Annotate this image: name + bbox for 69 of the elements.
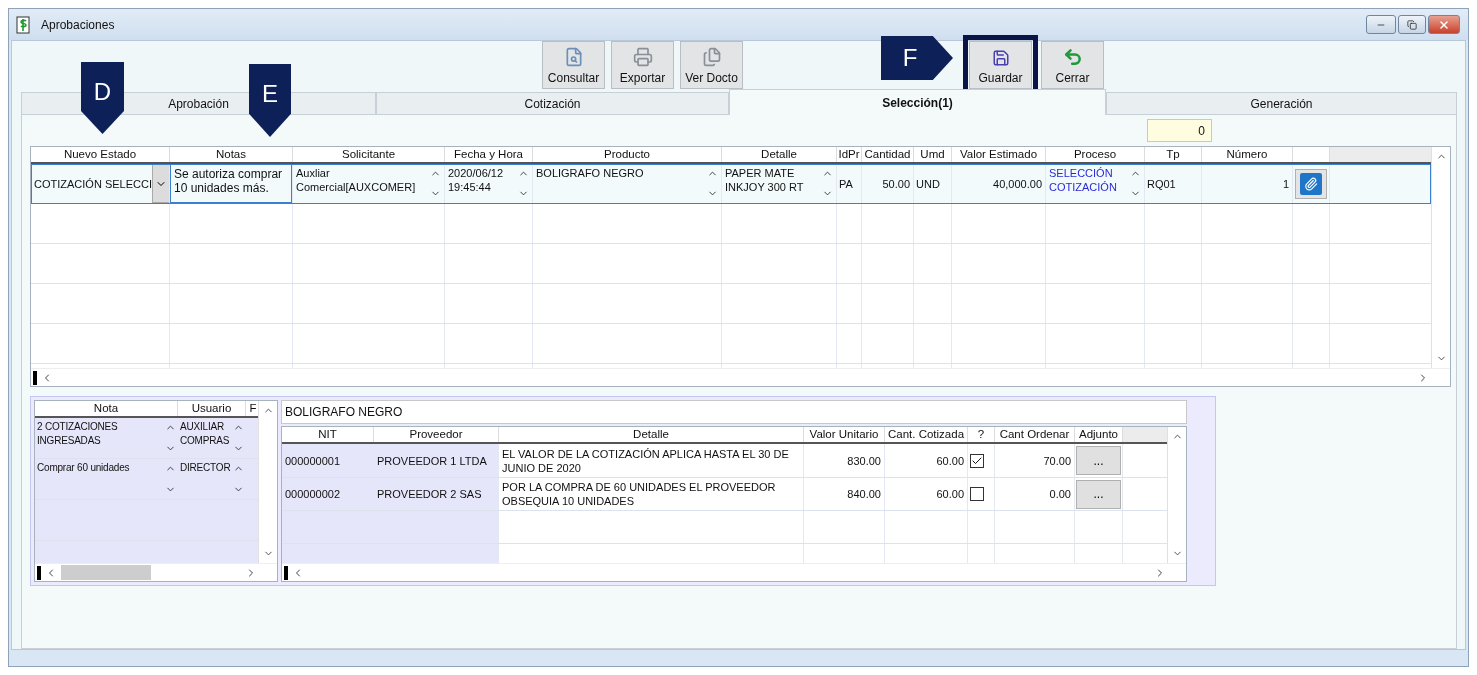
attachment-button[interactable]: ... — [1076, 446, 1121, 475]
table-cell-text: UND — [916, 176, 941, 191]
attachment-button[interactable] — [1295, 168, 1327, 199]
table-cell: 2 COTIZACIONES INGRESADAS — [35, 418, 178, 458]
table-cell-text: 60.00 — [935, 487, 964, 501]
tab[interactable]: Generación — [1106, 92, 1457, 115]
app-icon — [15, 15, 31, 34]
column-header: Cant. Cotizada — [885, 427, 968, 442]
toolbar-button[interactable]: Consultar — [542, 41, 605, 89]
table-cell-text: PA — [839, 176, 854, 191]
process-link[interactable]: SELECCIÓN COTIZACIÓN — [1049, 166, 1129, 194]
product-field: BOLIGRAFO NEGRO — [281, 400, 1187, 424]
table-cell-text: 60.00 — [935, 453, 964, 468]
table-cell-text: BOLIGRAFO NEGRO — [536, 166, 645, 180]
paperclip-icon — [1304, 176, 1318, 191]
horizontal-scrollbar[interactable] — [282, 563, 1186, 581]
table-cell: AUXILIAR COMPRAS — [178, 418, 246, 458]
table-cell-text: 1 — [1281, 176, 1289, 191]
table-cell-text: 50.00 — [881, 176, 910, 191]
table-cell: PROVEEDOR 2 SAS — [374, 478, 499, 510]
notes-field[interactable]: Se autoriza comprar 10 unidades más. — [170, 164, 292, 203]
header-filler — [1123, 427, 1167, 442]
horizontal-scrollbar[interactable] — [35, 563, 277, 581]
undo-arrow-icon — [1062, 47, 1083, 67]
count-field[interactable]: 0 — [1147, 119, 1212, 142]
restore-icon — [1407, 19, 1417, 30]
column-header: Cantidad — [862, 147, 914, 162]
table-cell-text: RQ01 — [1147, 176, 1177, 191]
scroll-marker — [37, 565, 41, 580]
window-title: Aprobaciones — [41, 17, 116, 32]
toolbar-button[interactable]: Exportar — [611, 41, 674, 89]
printer-icon — [632, 47, 653, 67]
attachment-button[interactable]: ... — [1076, 479, 1121, 509]
table-cell-text: 0.00 — [1048, 487, 1071, 501]
minimize-button[interactable] — [1366, 15, 1396, 34]
table-cell: 000000002 — [282, 478, 374, 510]
table-cell: PROVEEDOR 1 LTDA — [374, 444, 499, 477]
tab[interactable]: Cotización — [376, 92, 729, 115]
table-cell-text: 2020/06/12 19:45:44 — [448, 166, 505, 194]
scroll-thumb[interactable] — [61, 565, 151, 580]
table-cell-text: PAPER MATE INKJOY 300 RT — [725, 166, 805, 194]
table-cell-text: Auxliar Comercial[AUXCOMER] — [296, 166, 417, 194]
toolbar-button[interactable]: Guardar — [969, 41, 1032, 89]
horizontal-scrollbar[interactable] — [31, 368, 1450, 386]
scroll-marker — [284, 565, 288, 580]
scroll-marker — [33, 370, 37, 385]
toolbar-button[interactable]: Cerrar — [1041, 41, 1104, 89]
close-button[interactable] — [1428, 15, 1460, 34]
close-icon — [1438, 18, 1450, 31]
table-cell: DIRECTOR — [178, 459, 246, 499]
table-cell: Comprar 60 unidades — [35, 459, 178, 499]
table-cell: 000000001 — [282, 444, 374, 477]
restore-button[interactable] — [1398, 15, 1426, 34]
toolbar-button[interactable]: Ver Docto — [680, 41, 743, 89]
table-cell-text: 40,000.00 — [992, 176, 1042, 191]
tab[interactable]: Selección(1) — [729, 89, 1106, 115]
column-header: IdPr — [837, 147, 862, 162]
dropdown-button[interactable] — [151, 164, 169, 203]
table-cell-text: EL VALOR DE LA COTIZACIÓN APLICA HASTA EL 30 DE JUNIO DE 2020 — [502, 446, 790, 475]
documents-icon — [701, 47, 722, 67]
checkbox[interactable] — [970, 487, 984, 501]
table-cell-text: 840.00 — [846, 487, 881, 501]
checkbox[interactable] — [970, 453, 984, 468]
status-dropdown[interactable]: COTIZACIÓN SELECCI — [34, 176, 152, 191]
table-cell-text: 830.00 — [846, 453, 881, 468]
table-row[interactable]: COTIZACIÓN SELECCI Se autoriza comprar 10 unidades más. Auxliar Comercial[AUXCOMER] 2020/06/12 19:45:44 BOLIGRAFO NEGRO PAPER MATE INKJOY 300 RT PA 50.00 UND 40,000.00 SELECCIÓN COTIZACIÓN RQ01 1 — [31, 164, 1431, 204]
table-cell-text: POR LA COMPRA DE 60 UNIDADES EL PROVEEDOR OBSEQUIA 10 UNIDADES — [502, 480, 777, 508]
save-icon — [991, 49, 1010, 67]
table-cell-text: 70.00 — [1042, 453, 1071, 468]
